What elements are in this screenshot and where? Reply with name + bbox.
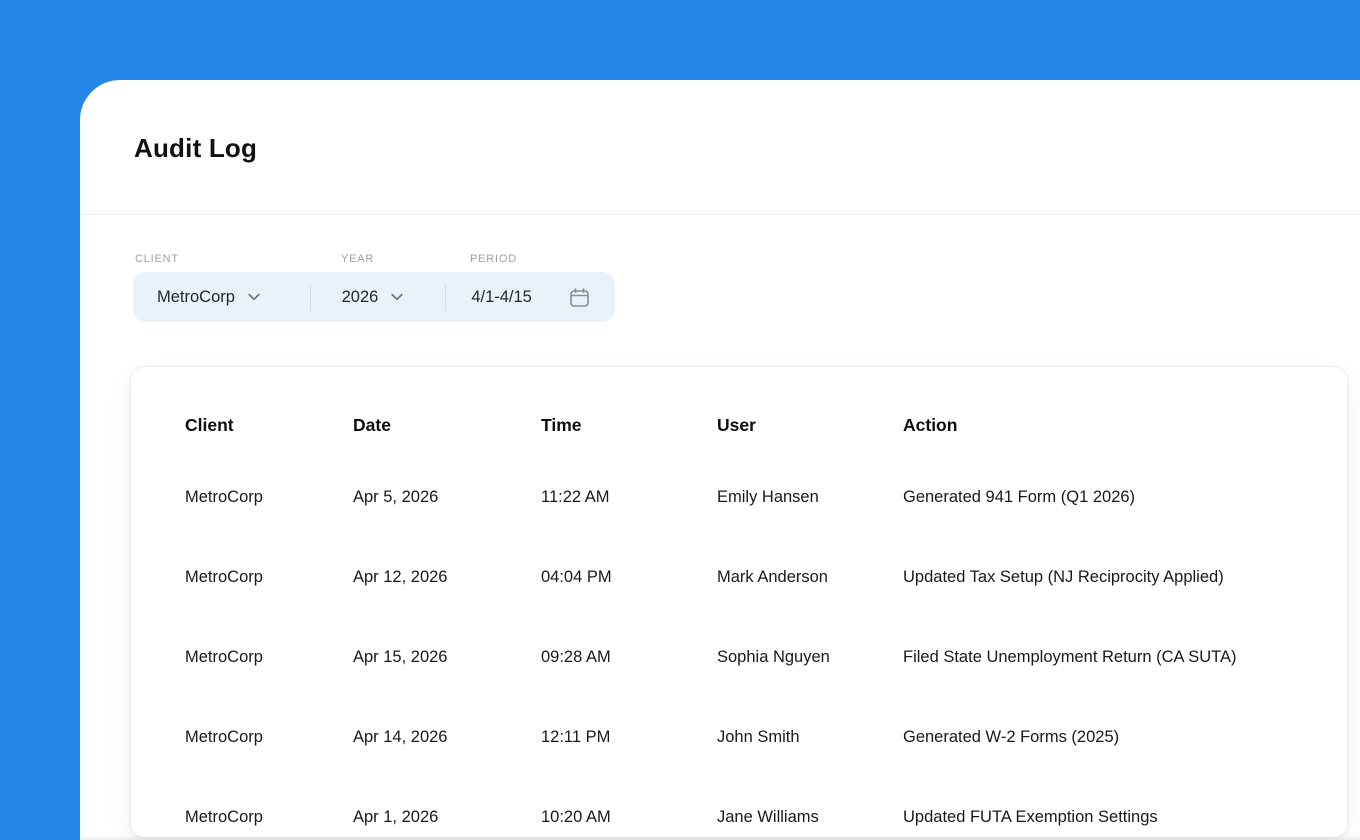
page-header: Audit Log bbox=[80, 80, 1360, 215]
period-picker-value: 4/1-4/15 bbox=[471, 288, 532, 307]
cell-time: 10:20 AM bbox=[541, 808, 717, 827]
cell-client: MetroCorp bbox=[185, 488, 353, 507]
cell-user: Mark Anderson bbox=[717, 568, 903, 587]
cell-action: Filed State Unemployment Return (CA SUTA… bbox=[903, 648, 1347, 667]
calendar-icon bbox=[569, 287, 590, 308]
cell-time: 12:11 PM bbox=[541, 728, 717, 747]
year-filter-label: YEAR bbox=[341, 253, 374, 265]
column-header-client: Client bbox=[185, 415, 353, 436]
column-header-date: Date bbox=[353, 415, 541, 436]
page-title: Audit Log bbox=[134, 133, 257, 164]
cell-user: Jane Williams bbox=[717, 808, 903, 827]
cell-time: 09:28 AM bbox=[541, 648, 717, 667]
cell-user: Emily Hansen bbox=[717, 488, 903, 507]
client-dropdown-value: MetroCorp bbox=[157, 288, 235, 307]
cell-action: Generated 941 Form (Q1 2026) bbox=[903, 488, 1347, 507]
table-body: MetroCorpApr 5, 202611:22 AMEmily Hansen… bbox=[131, 457, 1347, 838]
cell-client: MetroCorp bbox=[185, 728, 353, 747]
period-filter-label: PERIOD bbox=[470, 253, 517, 265]
client-filter-label: CLIENT bbox=[135, 253, 179, 265]
column-header-user: User bbox=[717, 415, 903, 436]
period-picker[interactable]: 4/1-4/15 bbox=[446, 272, 615, 322]
cell-client: MetroCorp bbox=[185, 648, 353, 667]
chevron-down-icon bbox=[248, 293, 260, 301]
audit-log-table: ClientDateTimeUserAction MetroCorpApr 5,… bbox=[130, 366, 1348, 838]
column-header-time: Time bbox=[541, 415, 717, 436]
cell-date: Apr 1, 2026 bbox=[353, 808, 541, 827]
year-dropdown-value: 2026 bbox=[342, 288, 379, 307]
cell-user: John Smith bbox=[717, 728, 903, 747]
cell-action: Updated Tax Setup (NJ Reciprocity Applie… bbox=[903, 568, 1347, 587]
cell-user: Sophia Nguyen bbox=[717, 648, 903, 667]
content-panel: Audit Log CLIENT YEAR PERIOD MetroCorp 2… bbox=[80, 80, 1360, 840]
cell-time: 11:22 AM bbox=[541, 488, 717, 507]
table-row: MetroCorpApr 12, 202604:04 PMMark Anders… bbox=[131, 537, 1347, 617]
cell-date: Apr 15, 2026 bbox=[353, 648, 541, 667]
client-dropdown[interactable]: MetroCorp bbox=[133, 272, 310, 322]
cell-client: MetroCorp bbox=[185, 568, 353, 587]
table-row: MetroCorpApr 5, 202611:22 AMEmily Hansen… bbox=[131, 457, 1347, 537]
table-row: MetroCorpApr 14, 202612:11 PMJohn SmithG… bbox=[131, 697, 1347, 777]
table-row: MetroCorpApr 15, 202609:28 AMSophia Nguy… bbox=[131, 617, 1347, 697]
cell-date: Apr 5, 2026 bbox=[353, 488, 541, 507]
filter-bar: MetroCorp 2026 4/1-4/15 bbox=[133, 272, 615, 322]
column-header-action: Action bbox=[903, 415, 1347, 436]
cell-client: MetroCorp bbox=[185, 808, 353, 827]
cell-date: Apr 14, 2026 bbox=[353, 728, 541, 747]
year-dropdown[interactable]: 2026 bbox=[311, 272, 446, 322]
table-header-row: ClientDateTimeUserAction bbox=[131, 405, 1347, 445]
table-row: MetroCorpApr 1, 202610:20 AMJane William… bbox=[131, 777, 1347, 838]
cell-action: Generated W-2 Forms (2025) bbox=[903, 728, 1347, 747]
cell-action: Updated FUTA Exemption Settings bbox=[903, 808, 1347, 827]
cell-time: 04:04 PM bbox=[541, 568, 717, 587]
cell-date: Apr 12, 2026 bbox=[353, 568, 541, 587]
chevron-down-icon bbox=[391, 293, 403, 301]
